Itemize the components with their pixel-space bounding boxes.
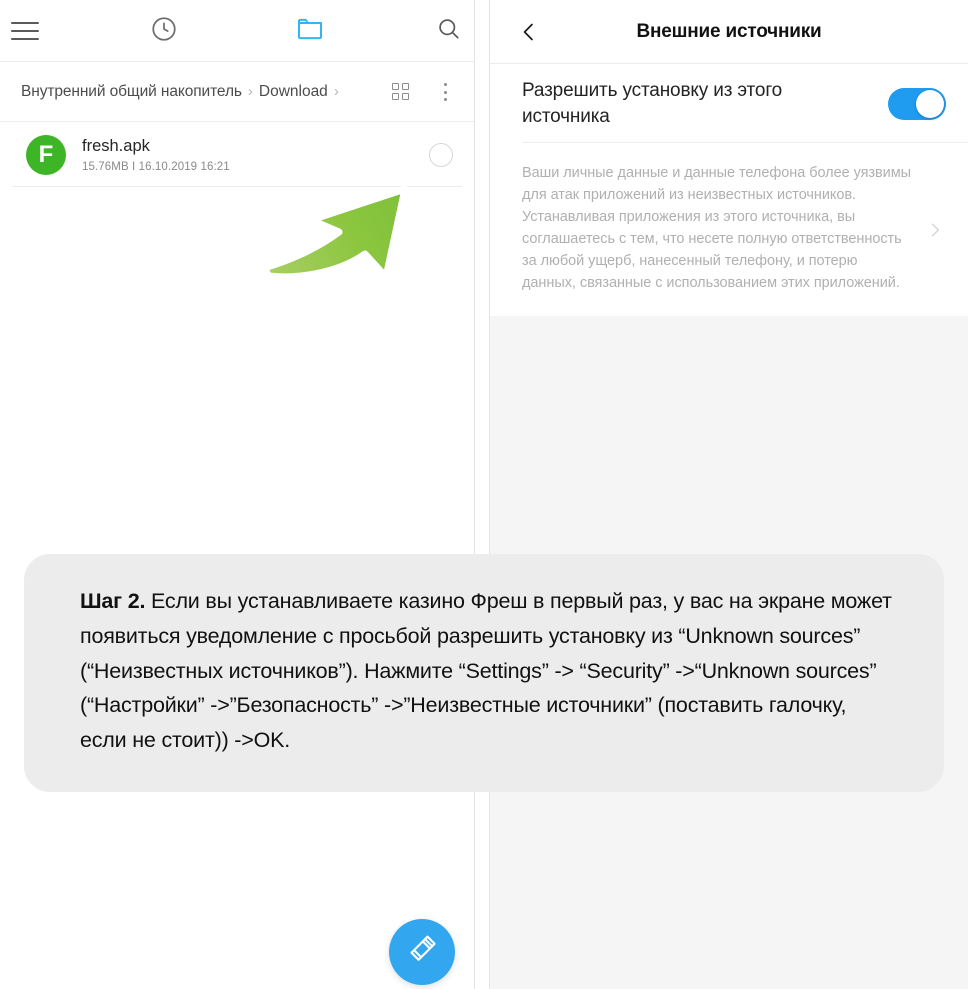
list-item[interactable]: F fresh.apk 15.76MB I 16.10.2019 16:21 — [0, 122, 474, 187]
file-date: 16.10.2019 16:21 — [138, 160, 230, 173]
chevron-left-icon[interactable] — [516, 19, 542, 45]
file-manager-tabbar — [0, 0, 474, 62]
paint-brush-icon — [405, 933, 439, 972]
screenshot-root: Внутренний общий накопитель › Download ›… — [0, 0, 968, 989]
security-warning-text: Ваши личные данные и данные телефона бол… — [522, 165, 912, 292]
step-label: Шаг 2. — [80, 589, 146, 613]
menu-icon — [11, 16, 39, 46]
recent-icon — [150, 15, 178, 48]
search-icon — [436, 16, 462, 47]
grid-view-icon[interactable] — [392, 83, 410, 101]
breadcrumb-current[interactable]: Download — [259, 83, 328, 101]
allow-install-row[interactable]: Разрешить установку из этого источника — [490, 64, 968, 144]
menu-button[interactable] — [0, 0, 50, 62]
file-meta-separator: I — [132, 160, 136, 173]
curved-arrow-icon — [255, 176, 430, 281]
breadcrumb-actions — [392, 62, 474, 122]
security-warning-row[interactable]: Ваши личные данные и данные телефона бол… — [490, 143, 968, 317]
allow-install-toggle[interactable] — [888, 87, 946, 120]
tab-recent[interactable] — [132, 0, 196, 62]
search-button[interactable] — [424, 0, 474, 62]
settings-panel: Внешние источники Разрешить установку из… — [490, 0, 968, 989]
file-meta: fresh.apk 15.76MB I 16.10.2019 16:21 — [82, 136, 230, 173]
toggle-knob — [916, 89, 944, 118]
breadcrumb-root[interactable]: Внутренний общий накопитель — [21, 83, 242, 101]
folder-icon — [295, 14, 325, 49]
settings-card: Разрешить установку из этого источника В… — [490, 64, 968, 317]
settings-header: Внешние источники — [490, 0, 968, 64]
file-subtitle: 15.76MB I 16.10.2019 16:21 — [82, 161, 230, 173]
panel-divider-left — [474, 0, 475, 989]
tab-folders[interactable] — [278, 0, 342, 62]
file-list: F fresh.apk 15.76MB I 16.10.2019 16:21 — [0, 122, 474, 187]
breadcrumb-separator-2: › — [333, 83, 339, 100]
file-name: fresh.apk — [82, 137, 150, 156]
cleanup-fab-button[interactable] — [389, 919, 455, 985]
file-select-checkbox[interactable] — [429, 142, 453, 167]
apk-avatar: F — [26, 134, 66, 175]
page-title: Внешние источники — [636, 20, 822, 42]
instruction-callout: Шаг 2. Если вы устанавливаете казино Фре… — [24, 554, 944, 792]
file-size: 15.76MB — [82, 160, 129, 173]
file-manager-panel: Внутренний общий накопитель › Download ›… — [0, 0, 474, 989]
step-body: Если вы устанавливаете казино Фреш в пер… — [80, 589, 892, 753]
chevron-right-icon[interactable] — [924, 219, 946, 241]
allow-install-label: Разрешить установку из этого источника — [522, 80, 783, 127]
breadcrumb-separator-1: › — [247, 83, 253, 100]
breadcrumb: Внутренний общий накопитель › Download › — [0, 62, 474, 122]
more-vertical-icon[interactable] — [434, 81, 456, 103]
instruction-text: Шаг 2. Если вы устанавливаете казино Фре… — [80, 584, 898, 758]
